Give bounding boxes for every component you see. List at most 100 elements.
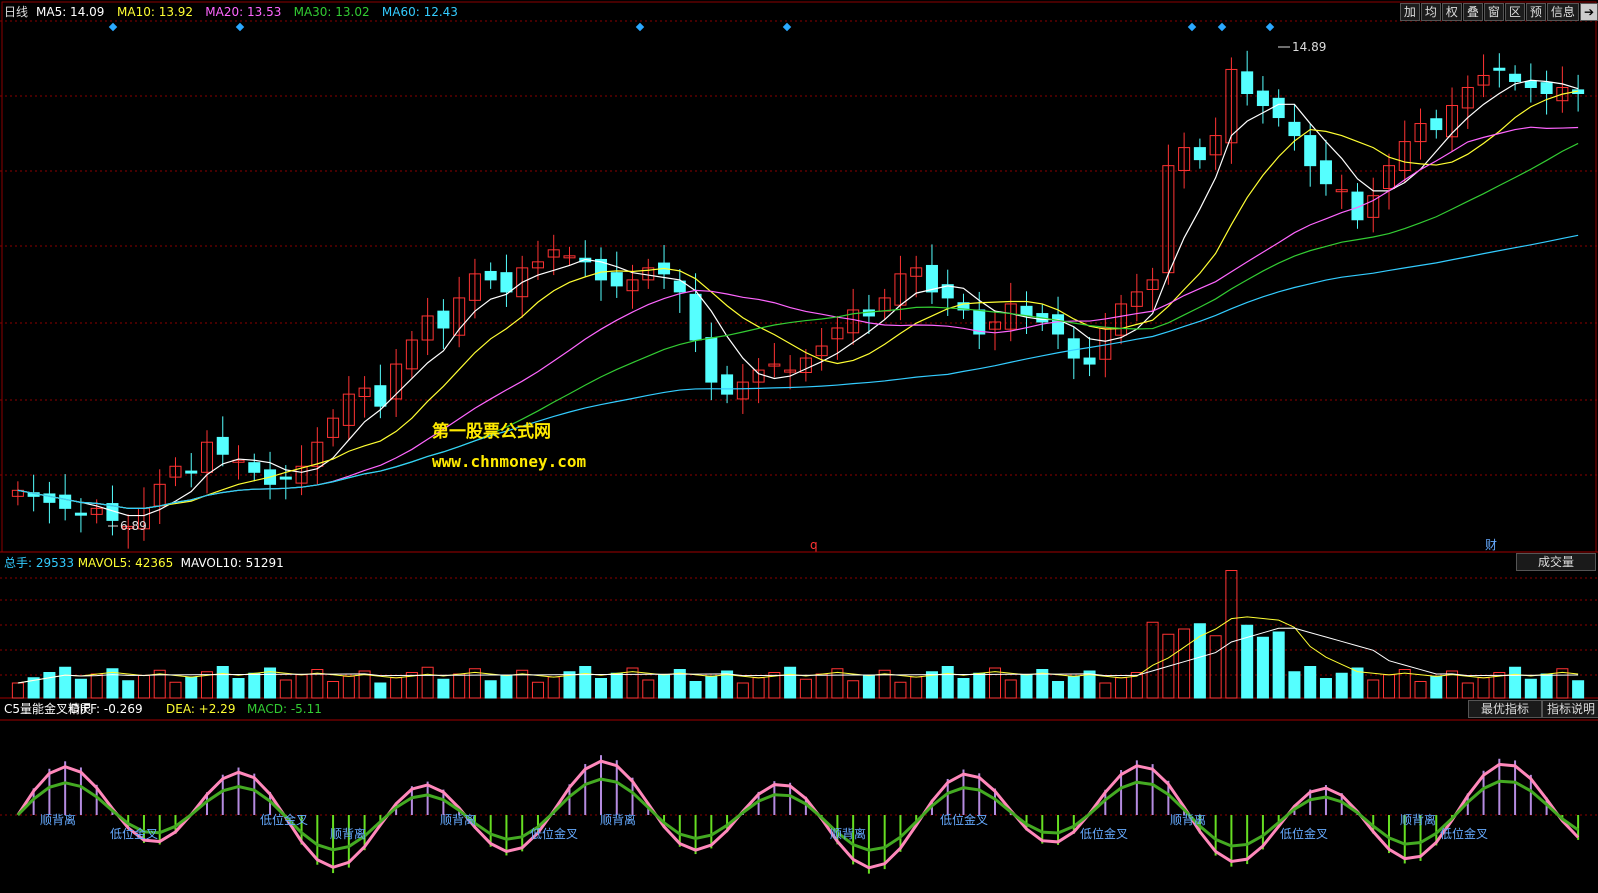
volume-bar — [295, 674, 308, 699]
volume-bar — [1067, 675, 1080, 699]
candle-body — [1319, 160, 1332, 185]
price-panel-frame — [1, 1, 1597, 553]
signal-label: 低位金叉 — [260, 813, 309, 827]
volume-bar — [248, 672, 261, 699]
volume-bar — [547, 676, 560, 699]
volume-bar — [910, 676, 923, 699]
candle-body — [1083, 357, 1096, 365]
candle-body — [1241, 71, 1254, 94]
legend-item: MA5: 14.09 — [36, 5, 105, 19]
legend-item: MA20: 13.53 — [205, 5, 282, 19]
volume-bar — [957, 678, 970, 699]
volume-bar — [232, 678, 245, 699]
volume-bar — [1099, 682, 1112, 699]
volume-bar — [1509, 666, 1522, 699]
signal-label: 低位金叉 — [1080, 827, 1129, 841]
volume-bar — [1115, 677, 1128, 699]
signal-label: 低位金叉 — [1280, 827, 1329, 841]
volume-bar — [169, 681, 182, 699]
candle-body — [374, 385, 387, 407]
signal-label: 顺背离 — [40, 813, 77, 827]
toolbar-btn-forecast[interactable]: 预 — [1525, 3, 1546, 21]
volume-bar — [122, 680, 135, 699]
candle-body — [689, 293, 702, 341]
ma5-line — [17, 79, 1579, 517]
signal-label: 顺背离 — [440, 813, 477, 827]
volume-indicator-button[interactable]: 成交量 — [1516, 553, 1596, 571]
signal-label: 低位金叉 — [110, 827, 159, 841]
marker-finance[interactable]: 财 — [1485, 538, 1497, 552]
volume-bar — [279, 679, 292, 699]
volume-bar — [1052, 681, 1065, 699]
indicator-help-button[interactable]: 指标说明 — [1542, 700, 1598, 718]
volume-bar — [1020, 674, 1033, 699]
candle-body — [610, 272, 623, 287]
volume-bar — [1178, 628, 1191, 699]
volume-bar — [1225, 570, 1238, 699]
candle-body — [705, 337, 718, 383]
volume-bar — [815, 673, 828, 699]
volume-bar — [1461, 682, 1474, 699]
signal-label: 顺背离 — [1400, 813, 1437, 827]
signal-label: 顺背离 — [600, 813, 637, 827]
chart-canvas — [0, 1, 1598, 874]
volume-bar — [437, 678, 450, 699]
volume-bar — [847, 680, 860, 699]
volume-bar — [59, 666, 72, 699]
toolbar-btn-add[interactable]: 加 — [1399, 3, 1420, 21]
volume-bar — [1572, 680, 1585, 699]
period-label: 日线 — [4, 5, 29, 19]
legend-item: MA10: 13.92 — [117, 5, 194, 19]
volume-bar — [973, 672, 986, 699]
legend-item: DEA: +2.29 — [166, 702, 236, 716]
toolbar-btn-overlay[interactable]: 叠 — [1462, 3, 1483, 21]
volume-bar — [705, 675, 718, 699]
event-diamond — [1187, 22, 1197, 32]
exit-icon[interactable]: ➔ — [1579, 3, 1598, 21]
volume-bar — [74, 678, 87, 699]
candle-body — [1052, 314, 1065, 335]
event-diamond — [1217, 22, 1227, 32]
event-diamond — [782, 22, 792, 32]
candle-body — [1304, 135, 1317, 167]
volume-bar — [784, 666, 797, 699]
candle-body — [1256, 90, 1269, 107]
volume-bar — [43, 672, 56, 699]
toolbar-btn-range[interactable]: 区 — [1504, 3, 1525, 21]
candle-body — [1193, 147, 1206, 161]
volume-bar — [1272, 631, 1285, 699]
candle-body — [925, 264, 938, 293]
volume-bar — [736, 682, 749, 699]
low-price-label: 6.89 — [120, 519, 147, 533]
signal-label: 低位金叉 — [1440, 827, 1489, 841]
volume-bar — [1288, 671, 1301, 699]
candle-body — [74, 512, 87, 516]
volume-bar — [1256, 636, 1269, 699]
volume-bar — [374, 682, 387, 699]
event-diamond — [108, 22, 118, 32]
candle-body — [1067, 338, 1080, 359]
candle-body — [216, 436, 229, 455]
candle-body — [185, 470, 198, 474]
watermark-title: 第一股票公式网 — [432, 422, 551, 442]
watermark-url: www.chnmoney.com — [432, 452, 587, 471]
volume-bar — [1146, 621, 1159, 699]
legend-item: MA60: 12.43 — [381, 5, 458, 19]
toolbar-btn-avg[interactable]: 均 — [1420, 3, 1441, 21]
candle-body — [1493, 67, 1506, 71]
volume-bar — [90, 673, 103, 699]
best-indicator-button[interactable]: 最优指标 — [1468, 700, 1542, 718]
signal-label: 低位金叉 — [530, 827, 579, 841]
toolbar-btn-window[interactable]: 窗 — [1483, 3, 1504, 21]
diff-line — [16, 759, 1580, 870]
candle-body — [1020, 305, 1033, 317]
volume-bar — [1209, 635, 1222, 699]
toolbar-btn-info[interactable]: 信息 — [1546, 3, 1579, 21]
volume-bar — [1335, 672, 1348, 699]
volume-bar — [1004, 679, 1017, 699]
legend-item: MAVOL5: 42365 — [77, 556, 174, 570]
signal-label: 顺背离 — [330, 827, 367, 841]
toolbar-btn-weight[interactable]: 权 — [1441, 3, 1462, 21]
legend-item: 总手: 29533 — [4, 556, 75, 570]
legend-item: MAVOL10: 51291 — [180, 556, 284, 570]
